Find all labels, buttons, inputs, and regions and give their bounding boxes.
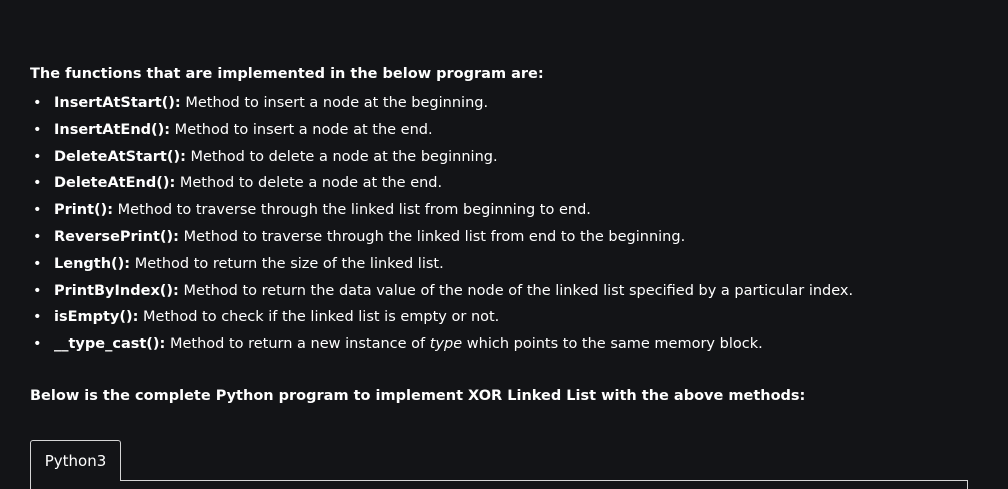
bullet: • — [33, 175, 42, 192]
tab-python3[interactable]: Python3 — [30, 440, 121, 481]
intro-paragraph: The functions that are implemented in th… — [30, 66, 544, 82]
function-name: Print(): — [54, 202, 114, 219]
function-name: InsertAtStart(): — [54, 95, 181, 111]
function-name: ReversePrint(): — [54, 228, 179, 245]
bullet: • — [33, 336, 42, 353]
function-description: Method to insert a node at the beginning… — [180, 95, 489, 111]
list-item: • __type_cast(): Method to return a new … — [30, 331, 980, 358]
bullet: • — [33, 202, 42, 219]
bullet: • — [33, 121, 42, 138]
function-description: Method to delete a node at the beginning… — [185, 148, 498, 165]
function-name: PrintByIndex(): — [54, 282, 179, 299]
function-name: DeleteAtEnd(): — [54, 175, 176, 192]
list-item: • InsertAtStart(): Method to insert a no… — [30, 90, 980, 117]
bullet: • — [33, 309, 42, 326]
list-item: • ReversePrint(): Method to traverse thr… — [30, 224, 980, 251]
function-description: Method to delete a node at the end. — [175, 175, 443, 192]
function-description: Method to return the data value of the n… — [178, 282, 854, 299]
function-name: isEmpty(): — [54, 309, 139, 326]
function-description: Method to insert a node at the end. — [170, 121, 433, 138]
code-block-frame — [30, 480, 968, 489]
bullet: • — [33, 228, 42, 245]
outro-paragraph: Below is the complete Python program to … — [30, 387, 806, 404]
bullet: • — [33, 148, 42, 165]
list-item: • Length(): Method to return the size of… — [30, 251, 980, 278]
bullet: • — [33, 282, 42, 299]
function-name: InsertAtEnd(): — [54, 121, 171, 138]
bullet: • — [33, 95, 42, 111]
list-item: • DeleteAtEnd(): Method to delete a node… — [30, 170, 980, 197]
function-name: Length(): — [54, 255, 131, 272]
list-item: • Print(): Method to traverse through th… — [30, 197, 980, 224]
list-item: • PrintByIndex(): Method to return the d… — [30, 278, 980, 305]
article-content: The functions that are implemented in th… — [30, 64, 980, 420]
function-description: Method to traverse through the linked li… — [113, 202, 591, 219]
function-list: • InsertAtStart(): Method to insert a no… — [30, 90, 980, 358]
bullet: • — [33, 255, 42, 272]
function-name: DeleteAtStart(): — [54, 148, 186, 165]
function-name: __type_cast(): — [54, 336, 166, 353]
list-item: • DeleteAtStart(): Method to delete a no… — [30, 144, 980, 171]
list-item: • isEmpty(): Method to check if the link… — [30, 304, 980, 331]
italic-term: type — [429, 336, 463, 353]
function-description: Method to traverse through the linked li… — [178, 228, 686, 245]
function-description: Method to return a new instance of — [165, 336, 430, 353]
code-tab-bar: Python3 — [30, 440, 968, 489]
function-description-tail: which points to the same memory block. — [462, 336, 763, 353]
function-description: Method to check if the linked list is em… — [138, 309, 500, 326]
list-item: • InsertAtEnd(): Method to insert a node… — [30, 117, 980, 144]
function-description: Method to return the size of the linked … — [130, 255, 444, 272]
